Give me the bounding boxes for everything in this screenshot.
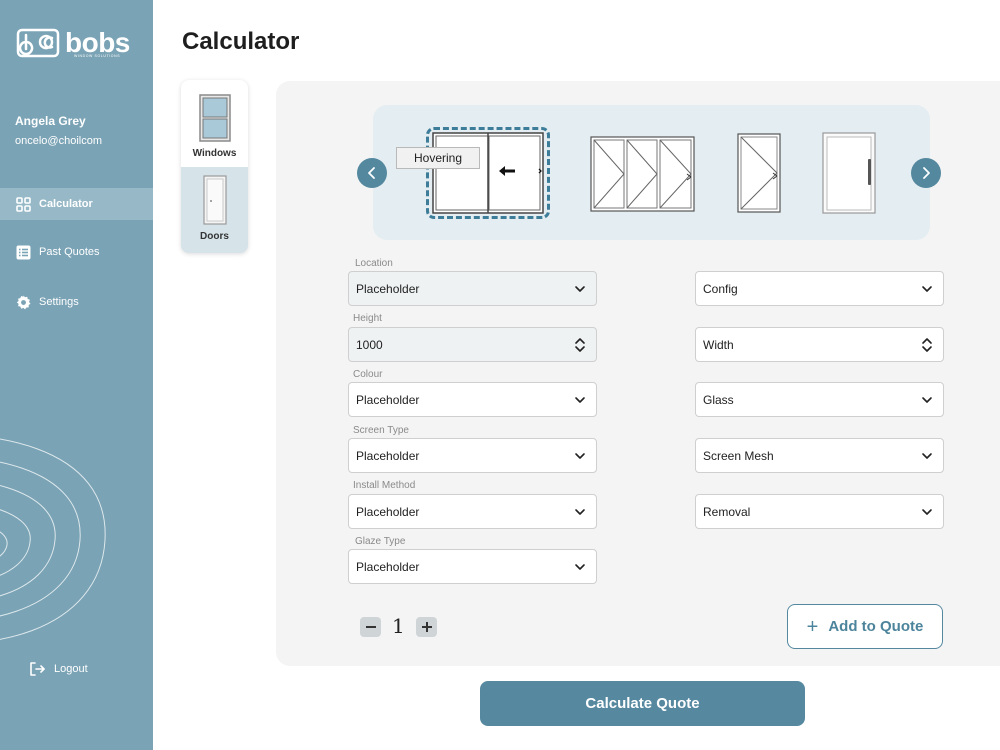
carousel-prev-button[interactable] — [357, 158, 387, 188]
brand-tagline: WINDOW SOLUTIONS — [74, 54, 121, 58]
chevron-down-icon — [575, 564, 585, 570]
hinged-door-icon — [737, 133, 781, 213]
nav-label-calculator: Calculator — [39, 198, 93, 210]
up-down-icon — [922, 338, 932, 352]
width-value: Width — [703, 337, 734, 352]
config-value: Config — [703, 281, 738, 296]
install-method-value: Placeholder — [356, 504, 420, 519]
user-name: Angela Grey — [15, 114, 86, 128]
door-icon — [202, 175, 227, 225]
minus-icon — [365, 626, 376, 628]
logout-button[interactable]: Logout — [28, 660, 88, 678]
screen-type-value: Placeholder — [356, 448, 420, 463]
chevron-left-icon — [368, 167, 375, 179]
chevron-down-icon — [922, 397, 932, 403]
location-select[interactable]: Placeholder — [348, 271, 597, 306]
nav-item-calculator[interactable]: Calculator — [0, 188, 153, 220]
page-title: Calculator — [182, 28, 300, 55]
logout-label: Logout — [54, 663, 88, 675]
quantity-decrement-button[interactable] — [360, 617, 381, 637]
quantity-increment-button[interactable] — [416, 617, 437, 637]
colour-select[interactable]: Placeholder — [348, 382, 597, 417]
chevron-down-icon — [922, 286, 932, 292]
add-to-quote-button[interactable]: + Add to Quote — [787, 604, 943, 649]
grid-icon — [15, 196, 31, 212]
chevron-down-icon — [922, 509, 932, 515]
screen-mesh-select[interactable]: Screen Mesh — [695, 438, 944, 473]
decorative-contours — [0, 438, 106, 640]
nav-label-past-quotes: Past Quotes — [39, 246, 100, 258]
single-door-icon — [822, 132, 876, 214]
glass-value: Glass — [703, 392, 734, 407]
brand-name: bobs — [65, 27, 130, 58]
calculate-quote-label: Calculate Quote — [585, 695, 700, 712]
logout-icon — [30, 662, 45, 676]
config-select[interactable]: Config — [695, 271, 944, 306]
glaze-type-label: Glaze Type — [355, 536, 406, 547]
list-icon — [15, 244, 31, 260]
install-method-label: Install Method — [353, 480, 416, 491]
removal-select[interactable]: Removal — [695, 494, 944, 529]
location-value: Placeholder — [356, 281, 420, 296]
sidebar: bobs WINDOW SOLUTIONS Angela Grey oncelo… — [0, 0, 153, 750]
product-type-windows-label: Windows — [192, 148, 237, 159]
glaze-type-select[interactable]: Placeholder — [348, 549, 597, 584]
style-option-hinged[interactable] — [737, 133, 781, 213]
user-email: oncelo@choilcom — [15, 135, 102, 147]
add-to-quote-label: Add to Quote — [828, 618, 924, 635]
width-stepper[interactable]: Width — [695, 327, 944, 362]
chevron-right-icon — [923, 167, 930, 179]
nav-item-settings[interactable]: Settings — [0, 286, 153, 318]
product-type-doors[interactable]: Doors — [181, 167, 248, 253]
glass-select[interactable]: Glass — [695, 382, 944, 417]
product-type-windows[interactable]: Windows — [181, 80, 248, 167]
install-method-select[interactable]: Placeholder — [348, 494, 597, 529]
chevron-down-icon — [575, 509, 585, 515]
nav-label-settings: Settings — [39, 296, 79, 308]
window-icon — [198, 94, 231, 142]
carousel-next-button[interactable] — [911, 158, 941, 188]
removal-value: Removal — [703, 504, 751, 519]
product-type-doors-label: Doors — [200, 231, 229, 242]
style-option-bifold[interactable] — [590, 136, 695, 212]
plus-icon — [421, 622, 432, 632]
screen-type-label: Screen Type — [353, 425, 409, 436]
style-option-single-door[interactable] — [822, 132, 876, 214]
style-option-sliding[interactable] — [426, 127, 550, 219]
gear-icon — [15, 294, 31, 310]
screen-type-select[interactable]: Placeholder — [348, 438, 597, 473]
location-label: Location — [355, 258, 393, 269]
colour-value: Placeholder — [356, 392, 420, 407]
quantity-value: 1 — [392, 614, 405, 638]
logo-mark-icon — [16, 28, 60, 58]
hover-tooltip: Hovering — [396, 147, 480, 169]
product-type-switch: Windows Doors — [181, 80, 248, 253]
bifold-door-icon — [590, 136, 695, 212]
colour-label: Colour — [353, 369, 383, 380]
sliding-door-icon — [432, 132, 544, 214]
chevron-down-icon — [922, 453, 932, 459]
chevron-down-icon — [575, 286, 585, 292]
nav-item-past-quotes[interactable]: Past Quotes — [0, 236, 153, 268]
height-label: Height — [353, 313, 382, 324]
plus-icon: + — [806, 615, 819, 638]
up-down-icon — [575, 338, 585, 352]
glaze-type-value: Placeholder — [356, 559, 420, 574]
chevron-down-icon — [575, 397, 585, 403]
chevron-down-icon — [575, 453, 585, 459]
calculate-quote-button[interactable]: Calculate Quote — [480, 681, 805, 726]
screen-mesh-value: Screen Mesh — [703, 448, 774, 463]
height-stepper[interactable]: 1000 — [348, 327, 597, 362]
height-value: 1000 — [356, 337, 383, 352]
